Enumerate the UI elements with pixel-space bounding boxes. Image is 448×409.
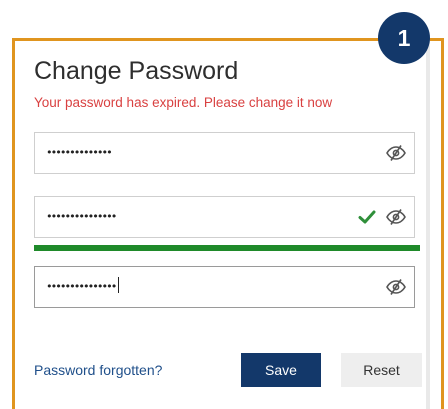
reset-button[interactable]: Reset bbox=[341, 353, 422, 387]
eye-slash-icon[interactable] bbox=[385, 278, 407, 296]
card-edge-shadow bbox=[426, 40, 430, 409]
step-badge: 1 bbox=[378, 12, 430, 64]
save-button[interactable]: Save bbox=[241, 353, 321, 387]
new-password-field[interactable]: ••••••••••••••• bbox=[34, 196, 415, 238]
confirm-password-value: ••••••••••••••• bbox=[46, 275, 120, 299]
page-title: Change Password bbox=[34, 57, 239, 85]
password-forgotten-link[interactable]: Password forgotten? bbox=[34, 362, 162, 378]
check-icon bbox=[358, 210, 376, 224]
eye-slash-icon[interactable] bbox=[385, 208, 407, 226]
page: 1 Change Password Your password has expi… bbox=[0, 0, 448, 409]
text-caret bbox=[118, 277, 120, 293]
expired-warning: Your password has expired. Please change… bbox=[34, 95, 333, 110]
current-password-value: •••••••••••••• bbox=[46, 146, 113, 159]
new-password-value: ••••••••••••••• bbox=[46, 210, 117, 223]
current-password-field[interactable]: •••••••••••••• bbox=[34, 132, 415, 174]
password-strength-bar bbox=[34, 245, 420, 251]
confirm-password-field[interactable]: ••••••••••••••• bbox=[34, 266, 415, 308]
eye-slash-icon[interactable] bbox=[385, 144, 407, 162]
confirm-password-dots: ••••••••••••••• bbox=[46, 280, 117, 293]
